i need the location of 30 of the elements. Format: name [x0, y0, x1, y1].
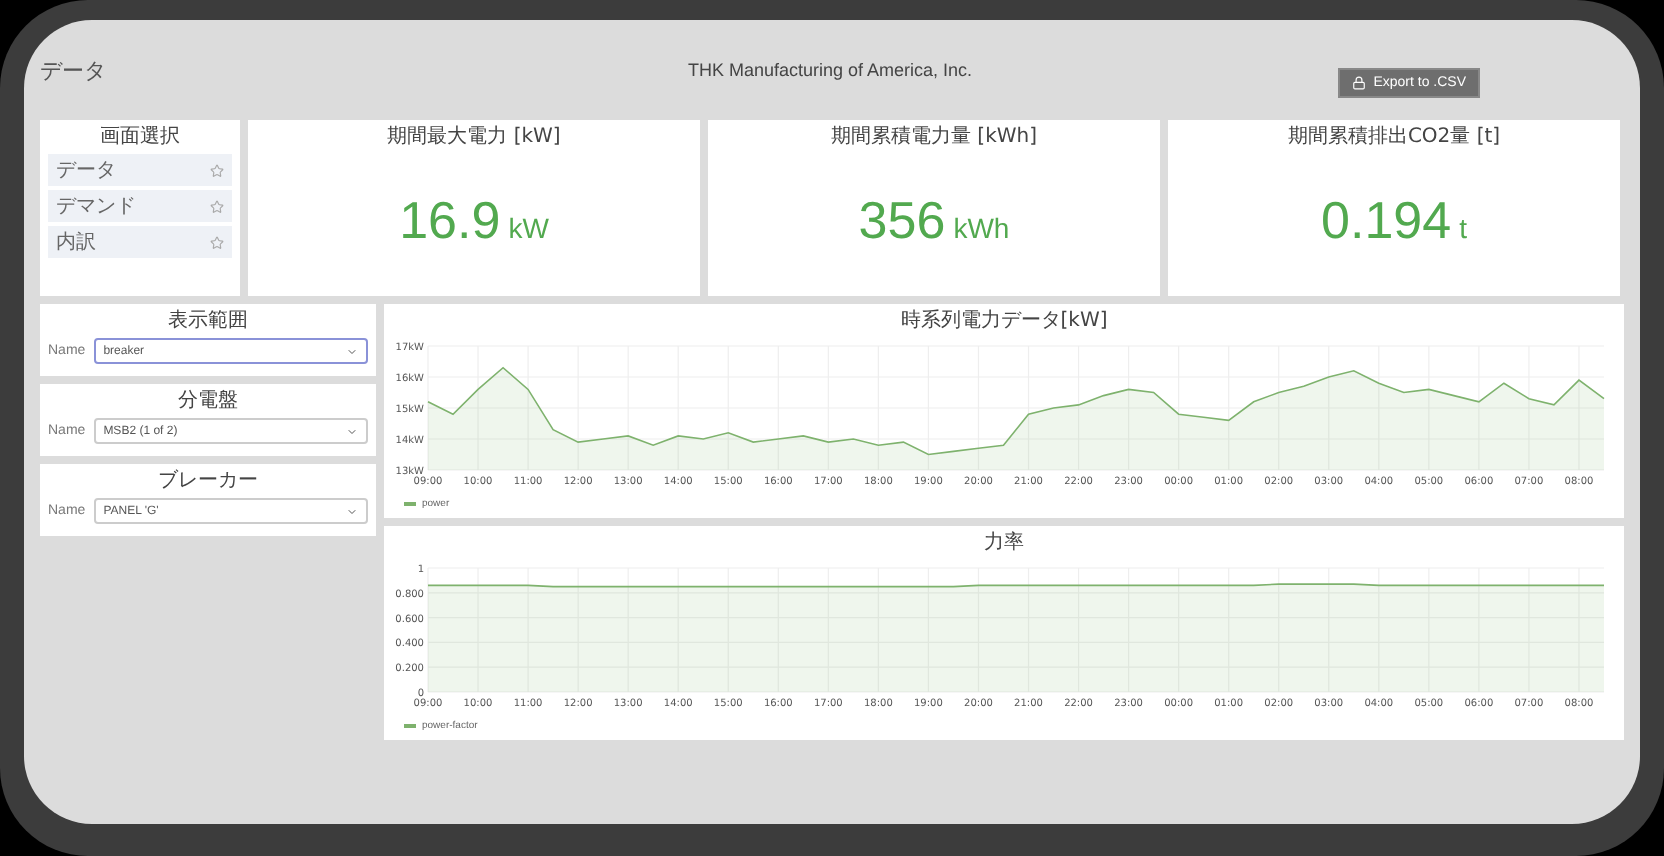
stat-value: 16.9 — [399, 189, 501, 251]
panel-title: 期間最大電力 [kW] — [385, 126, 563, 150]
menu-item[interactable]: 内訳 — [48, 226, 232, 258]
star-icon — [210, 235, 224, 249]
star-icon — [210, 163, 224, 177]
panel-title: 分電盤 — [176, 390, 240, 414]
stat-unit: kW — [508, 212, 549, 244]
stat-unit: t — [1459, 212, 1467, 244]
panel-title: 期間累積排出CO2量 [t] — [1285, 126, 1503, 150]
chevron-down-icon — [346, 505, 358, 517]
menu-item-label: デマンド — [56, 194, 136, 220]
panel-title: 表示範囲 — [166, 310, 250, 334]
stat-value: 0.194 — [1321, 189, 1452, 251]
menu-item-label: 内訳 — [56, 229, 96, 256]
lock-icon — [1351, 75, 1366, 89]
panel-title: 力率 — [982, 532, 1026, 556]
menu-item[interactable]: データ — [48, 154, 232, 186]
stat-unit: kWh — [953, 212, 1010, 244]
chevron-down-icon — [346, 425, 358, 437]
panel-title: ブレーカー — [156, 470, 260, 494]
chevron-down-icon — [346, 345, 358, 357]
star-icon — [210, 199, 224, 213]
stat-value: 356 — [858, 189, 946, 251]
page-title: データ — [40, 55, 108, 85]
menu-item[interactable]: デマンド — [48, 190, 232, 222]
panel-title: 期間累積電力量 [kWh] — [829, 126, 1039, 150]
panel-title: 時系列電力データ[kW] — [898, 310, 1110, 334]
panel-title: 画面選択 — [98, 126, 182, 150]
menu-item-label: データ — [56, 158, 116, 184]
company-name: THK Manufacturing of America, Inc. — [687, 60, 973, 80]
